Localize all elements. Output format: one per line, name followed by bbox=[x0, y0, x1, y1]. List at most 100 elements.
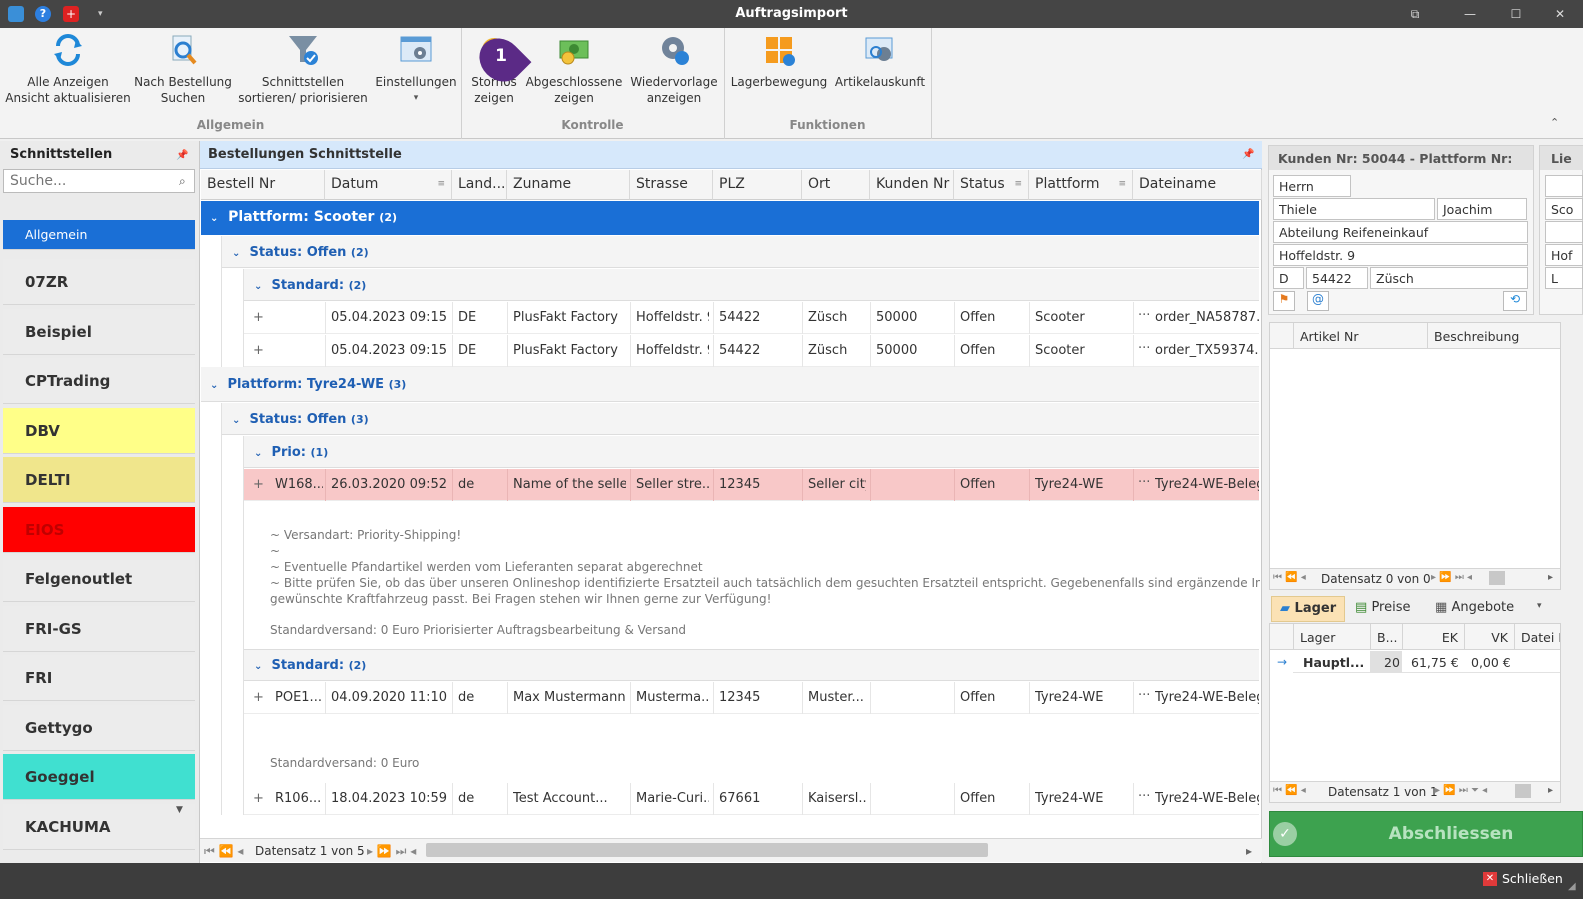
scroll-right-icon[interactable]: ▸ bbox=[1246, 844, 1252, 858]
article-info-button[interactable]: Artikelauskunft bbox=[832, 32, 928, 90]
group-row-status[interactable] bbox=[222, 403, 1259, 435]
last-record-icon[interactable]: ▸ ⏩ ⏭ ◂ bbox=[1431, 572, 1472, 583]
delivery-field[interactable]: L bbox=[1545, 267, 1583, 289]
interface-item[interactable]: Felgenoutlet bbox=[3, 556, 195, 602]
zip-field[interactable]: 54422 bbox=[1306, 267, 1368, 289]
interface-item[interactable]: KACHUMA bbox=[3, 803, 195, 850]
close-icon[interactable]: ✕ bbox=[1483, 872, 1497, 886]
restore-layout-icon[interactable]: ⧉ bbox=[1404, 4, 1426, 24]
group-label-platform-tyre24[interactable]: ⌄ Plattform: Tyre24-WE (3) bbox=[210, 377, 406, 392]
expand-row-icon[interactable]: + bbox=[253, 690, 264, 705]
refresh-all-button[interactable]: Alle Anzeigen Ansicht aktualisieren bbox=[4, 32, 132, 106]
interface-item[interactable]: 07ZR bbox=[3, 259, 195, 305]
scroll-right-icon[interactable]: ▸ bbox=[1548, 572, 1553, 583]
group-label-standard[interactable]: ⌄ Standard: (2) bbox=[254, 278, 366, 293]
stock-column-header[interactable]: Lager bbox=[1293, 624, 1370, 650]
column-header-description[interactable]: Beschreibung bbox=[1434, 329, 1519, 344]
column-header[interactable]: Status ≡ bbox=[954, 170, 1029, 200]
tab-lager[interactable]: ▰ Lager bbox=[1271, 596, 1345, 622]
interface-item[interactable]: Gettygo bbox=[3, 704, 195, 751]
more-icon[interactable]: ··· bbox=[1138, 789, 1150, 804]
column-header[interactable]: Kunden Nr bbox=[870, 170, 954, 200]
pin-icon[interactable]: 📌 bbox=[176, 150, 188, 161]
delivery-field[interactable] bbox=[1545, 221, 1583, 243]
more-icon[interactable]: ··· bbox=[1138, 475, 1150, 490]
horizontal-scrollbar[interactable] bbox=[426, 843, 988, 857]
search-order-button[interactable]: Nach Bestellung Suchen bbox=[132, 32, 234, 106]
contact-card-icon[interactable]: ⚑ bbox=[1273, 291, 1295, 311]
tab-preise[interactable]: ▤ Preise bbox=[1347, 596, 1425, 622]
resize-grip-icon[interactable]: ◢ bbox=[1568, 881, 1576, 892]
interface-item[interactable]: DELTI bbox=[3, 457, 195, 503]
first-record-icon[interactable]: ⏮ ⏪ ◂ bbox=[1273, 785, 1306, 796]
interface-search-input[interactable] bbox=[3, 169, 195, 193]
close-window-button[interactable]: ✕ bbox=[1549, 4, 1571, 24]
refresh-icon[interactable]: ⟲ bbox=[1503, 291, 1527, 311]
country-field[interactable]: D bbox=[1273, 267, 1304, 289]
group-label-standard[interactable]: ⌄ Standard: (2) bbox=[254, 658, 366, 673]
interface-item[interactable]: CPTrading bbox=[3, 358, 195, 404]
stock-movement-button[interactable]: Lagerbewegung bbox=[728, 32, 830, 90]
show-completed-button[interactable]: Abgeschlossene zeigen bbox=[524, 32, 624, 106]
column-header[interactable]: Bestell Nr bbox=[201, 170, 325, 200]
interface-item[interactable]: DBV bbox=[3, 407, 195, 454]
interface-item[interactable]: FRI bbox=[3, 655, 195, 701]
stock-column-header[interactable]: Datei D bbox=[1514, 624, 1560, 650]
column-header[interactable]: Ort bbox=[802, 170, 870, 200]
settings-button[interactable]: Einstellungen ▾ bbox=[374, 32, 458, 106]
department-field[interactable]: Abteilung Reifeneinkauf bbox=[1273, 221, 1528, 243]
stock-column-header[interactable]: B... bbox=[1370, 624, 1402, 650]
expand-row-icon[interactable]: + bbox=[253, 477, 264, 492]
minimize-button[interactable]: — bbox=[1459, 4, 1481, 24]
scroll-right-icon[interactable]: ▸ bbox=[1548, 785, 1553, 796]
stock-column-header[interactable]: EK bbox=[1402, 624, 1464, 650]
column-header-article-nr[interactable]: Artikel Nr bbox=[1300, 329, 1358, 344]
close-app-button[interactable]: Schließen bbox=[1502, 871, 1563, 886]
interface-item[interactable]: FRI-GS bbox=[3, 605, 195, 652]
group-row-standard[interactable] bbox=[244, 649, 1259, 681]
column-header[interactable]: Zuname bbox=[507, 170, 630, 200]
email-icon[interactable]: @ bbox=[1307, 291, 1329, 311]
column-header[interactable]: Strasse bbox=[630, 170, 713, 200]
interface-item[interactable]: Beispiel bbox=[3, 308, 195, 355]
column-header[interactable]: Datum ≡ bbox=[325, 170, 452, 200]
show-resubmission-button[interactable]: Wiedervorlage anzeigen bbox=[628, 32, 720, 106]
tab-angebote[interactable]: ▦ Angebote bbox=[1427, 596, 1523, 622]
scroll-down-icon[interactable]: ▼ bbox=[176, 805, 183, 815]
group-row-status[interactable] bbox=[222, 236, 1259, 268]
column-header[interactable]: Dateiname bbox=[1133, 170, 1262, 200]
delivery-field[interactable]: Hof bbox=[1545, 244, 1583, 266]
horizontal-scrollbar[interactable] bbox=[1489, 571, 1505, 585]
interface-item[interactable]: EIOS bbox=[3, 506, 195, 553]
expand-row-icon[interactable]: + bbox=[253, 310, 264, 325]
collapse-ribbon-icon[interactable]: ⌃ bbox=[1550, 116, 1559, 129]
last-record-icon[interactable]: ▸ ⏩ ⏭ ⏷ ◂ bbox=[1435, 785, 1487, 796]
delivery-field[interactable] bbox=[1545, 175, 1583, 197]
expand-row-icon[interactable]: + bbox=[253, 791, 264, 806]
group-label-status[interactable]: ⌄ Status: Offen (2) bbox=[232, 245, 369, 260]
firstname-field[interactable]: Joachim bbox=[1437, 198, 1527, 220]
interface-item[interactable]: Goeggel bbox=[3, 754, 195, 800]
column-header[interactable]: Plattform ≡ bbox=[1029, 170, 1133, 200]
first-record-icon[interactable]: ⏮ ⏪ ◂ bbox=[204, 844, 243, 859]
group-label-status[interactable]: ⌄ Status: Offen (3) bbox=[232, 412, 369, 427]
street-field[interactable]: Hoffeldstr. 9 bbox=[1273, 244, 1528, 266]
last-record-icon[interactable]: ▸ ⏩ ⏭ ◂ bbox=[367, 844, 416, 859]
column-header[interactable]: Land... bbox=[452, 170, 507, 200]
group-label-platform-scooter[interactable]: ⌄ Plattform: Scooter (2) bbox=[210, 209, 397, 225]
interface-item[interactable]: Allgemein bbox=[3, 220, 195, 250]
first-record-icon[interactable]: ⏮ ⏪ ◂ bbox=[1273, 572, 1306, 583]
sort-interfaces-button[interactable]: Schnittstellen sortieren/ priorisieren bbox=[236, 32, 370, 106]
group-row-standard[interactable] bbox=[244, 269, 1259, 301]
group-label-prio[interactable]: ⌄ Prio: (1) bbox=[254, 445, 328, 460]
more-icon[interactable]: ··· bbox=[1138, 688, 1150, 703]
delivery-field[interactable]: Sco bbox=[1545, 198, 1583, 220]
more-icon[interactable]: ··· bbox=[1138, 341, 1150, 356]
expand-row-icon[interactable]: + bbox=[253, 343, 264, 358]
stock-column-header[interactable]: VK bbox=[1464, 624, 1514, 650]
horizontal-scrollbar[interactable] bbox=[1515, 784, 1531, 798]
group-row-prio[interactable] bbox=[244, 436, 1259, 468]
more-icon[interactable]: ··· bbox=[1138, 308, 1150, 323]
lastname-field[interactable]: Thiele bbox=[1273, 198, 1435, 220]
salutation-field[interactable]: Herrn bbox=[1273, 175, 1351, 197]
